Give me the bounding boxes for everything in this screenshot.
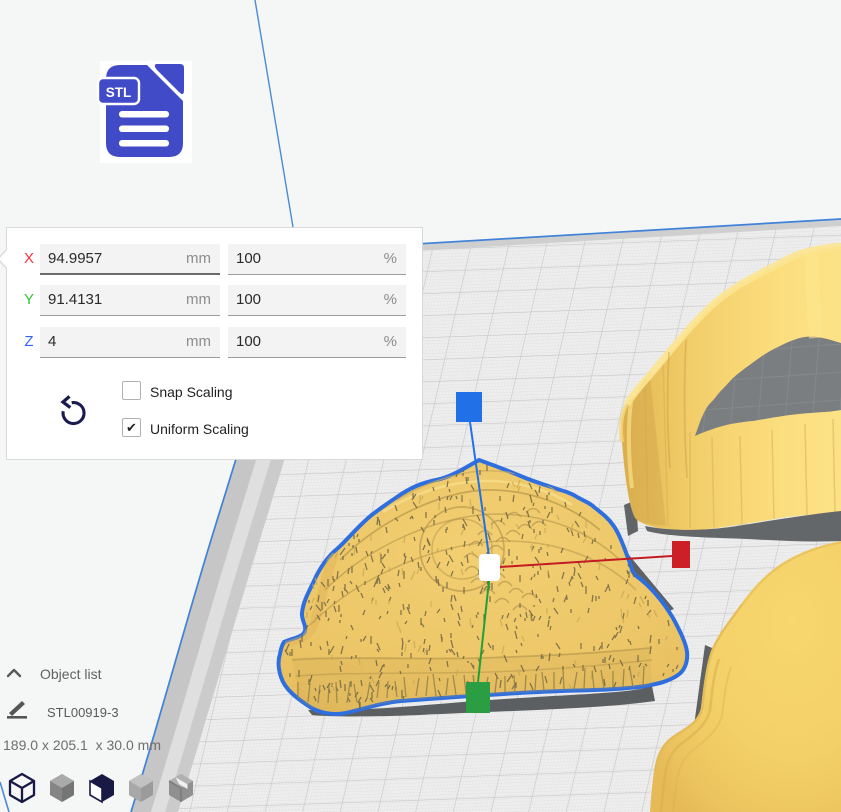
svg-text:STL00919-3: STL00919-3 — [47, 705, 119, 720]
svg-text:189.0 x 205.1 x 30.0 mm: 189.0 x 205.1 x 30.0 mm — [3, 737, 161, 753]
svg-text:Object list: Object list — [40, 666, 102, 682]
svg-text:STL: STL — [106, 85, 132, 100]
